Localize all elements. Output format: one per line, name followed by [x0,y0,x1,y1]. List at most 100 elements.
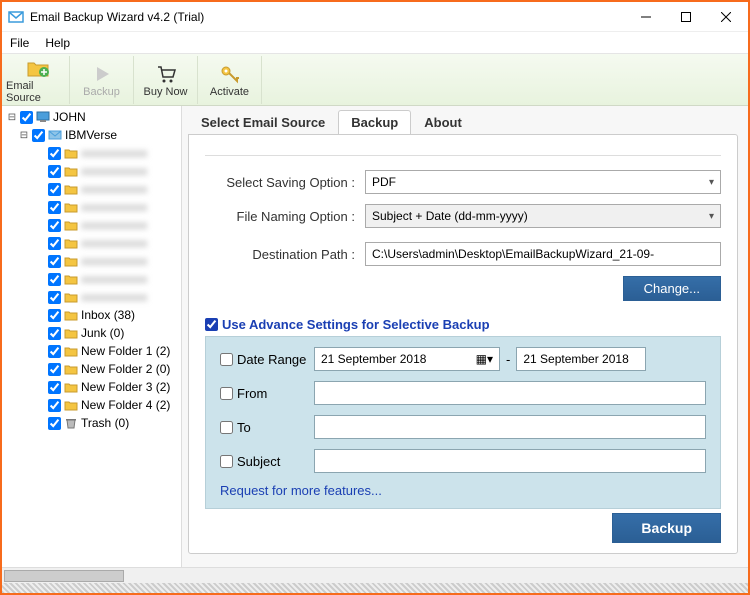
tree-item-label[interactable]: xxxxxxxxxxxx [81,236,147,250]
tree-check-item[interactable] [48,381,61,394]
tree-item-label[interactable]: xxxxxxxxxxxx [81,218,147,232]
folder-icon [63,236,79,250]
tree-check-source[interactable] [32,129,45,142]
close-button[interactable] [706,3,746,31]
menu-file[interactable]: File [10,36,29,50]
request-features-link[interactable]: Request for more features... [220,483,706,498]
window-title: Email Backup Wizard v4.2 (Trial) [30,10,626,24]
chevron-down-icon: ▾ [709,211,714,222]
tree-item-label[interactable]: xxxxxxxxxxxx [81,254,147,268]
tree-check-root[interactable] [20,111,33,124]
tree-item-label[interactable]: Trash (0) [81,416,129,430]
tree-check-item[interactable] [48,327,61,340]
tree-check-item[interactable] [48,417,61,430]
tree-check-item[interactable] [48,345,61,358]
subject-checkbox[interactable] [220,455,233,468]
tree-item-label[interactable]: New Folder 1 (2) [81,344,170,358]
tree-check-item[interactable] [48,237,61,250]
play-icon [90,62,114,86]
saving-option-label: Select Saving Option : [205,175,365,190]
tree-item-label[interactable]: New Folder 2 (0) [81,362,170,376]
from-checkbox[interactable] [220,387,233,400]
minimize-button[interactable] [626,3,666,31]
date-range-checkbox[interactable] [220,353,233,366]
tree-item-label[interactable]: xxxxxxxxxxxx [81,182,147,196]
tree-item-label[interactable]: xxxxxxxxxxxx [81,290,147,304]
folder-icon [63,146,79,160]
tree-check-item[interactable] [48,201,61,214]
folder-icon [63,362,79,376]
tree-item-label[interactable]: xxxxxxxxxxxx [81,272,147,286]
subject-input[interactable] [314,449,706,473]
menu-help[interactable]: Help [45,36,70,50]
advanced-toggle[interactable]: Use Advance Settings for Selective Backu… [205,317,721,332]
folder-icon [63,200,79,214]
tab-select-source[interactable]: Select Email Source [188,110,338,135]
naming-option-select[interactable]: Subject + Date (dd-mm-yyyy) ▾ [365,204,721,228]
tree-item-label[interactable]: Inbox (38) [81,308,135,322]
trash-icon [63,416,79,430]
tree-check-item[interactable] [48,399,61,412]
date-from-picker[interactable]: 21 September 2018 ▦▾ [314,347,500,371]
backup-button[interactable]: Backup [612,513,721,543]
key-icon [218,62,242,86]
folder-tree[interactable]: ⊟ JOHN ⊟ IBMVerse xxxxxxxxxxxx xxxxxxxxxx… [2,106,182,567]
toolbar-email-source[interactable]: Email Source [6,56,70,104]
destination-label: Destination Path : [205,247,365,262]
computer-icon [35,110,51,124]
toolbar-backup: Backup [70,56,134,104]
mailbox-icon [47,128,63,142]
from-input[interactable] [314,381,706,405]
folder-icon [63,326,79,340]
collapse-icon[interactable]: ⊟ [6,112,18,123]
tree-check-item[interactable] [48,363,61,376]
horizontal-scrollbar[interactable] [2,567,748,583]
chevron-down-icon: ▾ [709,177,714,188]
destination-input[interactable]: C:\Users\admin\Desktop\EmailBackupWizard… [365,242,721,266]
collapse-icon[interactable]: ⊟ [18,130,30,141]
tree-item-label[interactable]: New Folder 4 (2) [81,398,170,412]
folder-add-icon [26,56,50,80]
cart-icon [154,62,178,86]
tree-check-item[interactable] [48,183,61,196]
folder-icon [63,380,79,394]
saving-option-select[interactable]: PDF ▾ [365,170,721,194]
advanced-checkbox[interactable] [205,318,218,331]
folder-icon [63,398,79,412]
folder-icon [63,290,79,304]
folder-icon [63,164,79,178]
tree-item-label[interactable]: Junk (0) [81,326,124,340]
folder-icon [63,218,79,232]
tree-check-item[interactable] [48,309,61,322]
tree-item-label[interactable]: xxxxxxxxxxxx [81,146,147,160]
folder-icon [63,344,79,358]
app-icon [8,9,24,25]
tree-check-item[interactable] [48,219,61,232]
tree-check-item[interactable] [48,291,61,304]
folder-icon [63,308,79,322]
tab-about[interactable]: About [411,110,475,135]
tree-item-label[interactable]: xxxxxxxxxxxx [81,200,147,214]
maximize-button[interactable] [666,3,706,31]
toolbar-buy-now[interactable]: Buy Now [134,56,198,104]
tree-check-item[interactable] [48,255,61,268]
tree-source-label[interactable]: IBMVerse [65,128,117,142]
tree-check-item[interactable] [48,165,61,178]
folder-icon [63,254,79,268]
naming-option-label: File Naming Option : [205,209,365,224]
tree-check-item[interactable] [48,273,61,286]
tree-item-label[interactable]: xxxxxxxxxxxx [81,164,147,178]
tree-item-label[interactable]: New Folder 3 (2) [81,380,170,394]
tree-check-item[interactable] [48,147,61,160]
folder-icon [63,182,79,196]
scroll-thumb[interactable] [4,570,124,582]
toolbar-activate[interactable]: Activate [198,56,262,104]
tab-backup[interactable]: Backup [338,110,411,135]
calendar-icon: ▦▾ [476,352,493,366]
tree-root-label[interactable]: JOHN [53,110,86,124]
to-checkbox[interactable] [220,421,233,434]
to-input[interactable] [314,415,706,439]
status-bar [2,583,748,593]
date-to-picker[interactable]: 21 September 2018 [516,347,646,371]
change-button[interactable]: Change... [623,276,721,301]
